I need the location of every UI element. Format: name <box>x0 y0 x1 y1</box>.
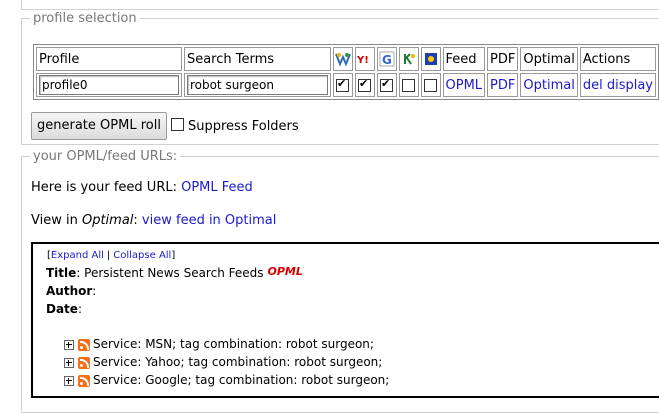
yahoo-checkbox[interactable] <box>358 77 371 92</box>
profile-name-input[interactable]: profile0 <box>39 75 179 95</box>
previous-section-border <box>21 0 659 10</box>
opml-author-line: Author: <box>46 284 97 298</box>
profile-selection-legend: profile selection <box>33 11 137 26</box>
yahoo-icon: Y! <box>354 47 375 71</box>
header-feed: Feed <box>442 47 486 71</box>
suppress-folders-checkbox[interactable] <box>171 118 184 131</box>
header-profile: Profile <box>36 47 182 71</box>
table-row: profile0 robot surgeon OPML PDF Optimal … <box>36 73 656 97</box>
header-actions: Actions <box>579 47 656 71</box>
feed-url-prefix: Here is your feed URL: <box>31 180 182 195</box>
technorati-checkbox[interactable] <box>402 78 415 92</box>
header-search-terms: Search Terms <box>183 47 331 71</box>
display-link[interactable]: display <box>607 78 653 93</box>
service-label: Service: MSN; tag combination: robot sur… <box>93 337 374 351</box>
rss-icon <box>78 374 90 387</box>
suppress-folders-option[interactable]: Suppress Folders <box>171 118 299 134</box>
view-in-optimal-line: View in Optimal: view feed in Optimal <box>31 213 276 228</box>
opml-date-line: Date: <box>46 302 82 316</box>
view-feed-in-optimal-link[interactable]: view feed in Optimal <box>142 213 276 228</box>
msn-checkbox[interactable] <box>336 77 349 92</box>
bracket-close: ] <box>171 250 176 261</box>
expand-plus-icon[interactable] <box>64 357 74 368</box>
msn-icon <box>332 47 353 71</box>
view-prefix: View in <box>31 213 82 228</box>
optimal-link[interactable]: Optimal <box>523 78 574 93</box>
header-pdf: PDF <box>487 47 519 71</box>
delete-link[interactable]: del <box>583 78 603 93</box>
blog-icon <box>420 47 441 71</box>
expand-plus-icon[interactable] <box>64 375 74 386</box>
suppress-folders-label: Suppress Folders <box>188 119 299 134</box>
opml-link[interactable]: OPML <box>446 78 483 93</box>
search-terms-input[interactable]: robot surgeon <box>186 75 328 95</box>
collapse-all-link[interactable]: Collapse All <box>113 250 171 261</box>
opml-feed-link[interactable]: OPML Feed <box>181 180 253 195</box>
table-header-row: Profile Search Terms Y! G Feed PDF Optim… <box>36 47 656 71</box>
generate-opml-roll-button[interactable]: generate OPML roll <box>31 112 167 140</box>
rss-icon <box>78 356 90 369</box>
blog-check-cell <box>420 73 441 97</box>
profile-cell: profile0 <box>36 73 182 97</box>
expand-plus-icon[interactable] <box>64 339 74 350</box>
google-checkbox[interactable] <box>380 77 393 92</box>
google-icon: G <box>376 47 397 71</box>
feed-urls-legend: your OPML/feed URLs: <box>33 149 178 164</box>
feed-cell: OPML <box>442 73 486 97</box>
optimal-cell: Optimal <box>520 73 578 97</box>
expand-all-link[interactable]: Expand All <box>51 250 104 261</box>
opml-title-line: Title: Persistent News Search Feeds OPML <box>46 265 303 280</box>
svg-text:Y!: Y! <box>357 55 369 66</box>
date-label: Date <box>46 302 78 316</box>
author-label: Author <box>46 284 93 298</box>
google-check-cell <box>376 73 397 97</box>
technorati-check-cell <box>398 73 419 97</box>
yahoo-check-cell <box>354 73 375 97</box>
profile-table: Profile Search Terms Y! G Feed PDF Optim… <box>33 44 659 100</box>
service-label: Service: Google; tag combination: robot … <box>93 373 390 387</box>
svg-text:G: G <box>382 53 392 67</box>
feed-url-line: Here is your feed URL: OPML Feed <box>31 180 253 195</box>
pdf-cell: PDF <box>487 73 519 97</box>
header-optimal: Optimal <box>520 47 578 71</box>
expand-collapse-controls: [Expand All | Collapse All] <box>47 250 175 261</box>
control-separator: | <box>106 250 111 261</box>
blog-checkbox[interactable] <box>424 78 437 92</box>
opml-viewer: [Expand All | Collapse All] Title: Persist… <box>31 242 659 398</box>
msn-check-cell <box>332 73 353 97</box>
list-item[interactable]: Service: Yahoo; tag combination: robot s… <box>64 355 382 369</box>
pdf-link[interactable]: PDF <box>490 78 515 93</box>
title-label: Title <box>46 266 77 280</box>
service-label: Service: Yahoo; tag combination: robot s… <box>93 355 383 369</box>
view-colon: : <box>133 213 142 228</box>
rss-icon <box>78 338 90 351</box>
opml-badge-icon: OPML <box>267 265 303 278</box>
list-item[interactable]: Service: Google; tag combination: robot … <box>64 373 389 387</box>
search-terms-cell: robot surgeon <box>183 73 331 97</box>
title-value: Persistent News Search Feeds <box>84 266 264 280</box>
optimal-italic: Optimal <box>81 213 134 228</box>
actions-cell: del display <box>579 73 656 97</box>
technorati-icon <box>398 47 419 71</box>
list-item[interactable]: Service: MSN; tag combination: robot sur… <box>64 337 374 351</box>
